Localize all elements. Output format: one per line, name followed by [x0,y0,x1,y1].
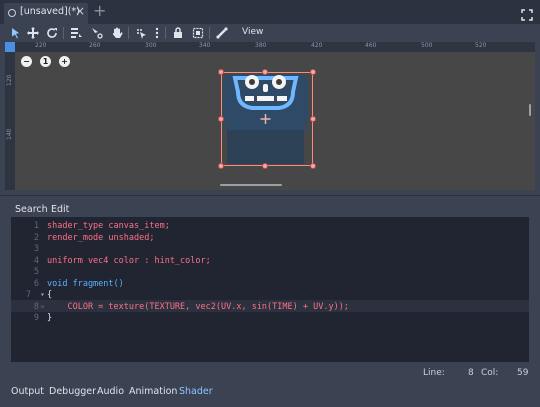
zoom-reset-button[interactable]: 1 [40,56,51,67]
tab-output[interactable]: Output [11,386,44,397]
tab-shader[interactable]: Shader [179,386,213,397]
panel-divider[interactable] [0,195,540,200]
view-menu[interactable]: View [242,27,263,37]
line-number: 1 [33,221,39,231]
ruler-top: 220 260 300 340 380 420 460 500 520 [5,42,535,52]
code-line[interactable]: { [47,290,52,300]
resize-handle[interactable] [310,163,316,169]
ruler-label: 500 [421,42,433,49]
ruler-label: 220 [35,42,47,49]
ruler-label: 340 [199,42,211,49]
resize-handle[interactable] [262,69,268,75]
vertical-scrollbar[interactable] [529,104,531,116]
code-line[interactable]: shader_type canvas_item; [47,221,170,231]
zoom-in-button[interactable]: + [59,56,70,67]
group-icon[interactable] [191,26,205,40]
line-number: 5 [33,267,39,277]
line-number: 7 [25,290,31,300]
pivot-icon[interactable] [90,26,104,40]
snap-icon[interactable] [134,26,148,40]
ruler-label: 260 [89,42,101,49]
horizontal-scrollbar[interactable] [220,184,282,186]
line-number: 9 [33,313,39,323]
fold-arrow-icon[interactable]: ▾ [40,290,45,299]
fullscreen-icon[interactable] [521,6,533,21]
tab-debugger[interactable]: Debugger [49,386,96,397]
tab-audio[interactable]: Audio [97,386,124,397]
ruler-label: 520 [475,42,487,49]
edit-menu[interactable]: Edit [51,204,69,215]
code-line[interactable]: uniform vec4 color : hint_color; [47,256,211,266]
more-icon[interactable] [150,26,164,40]
indent-marker-icon: » [40,302,45,311]
col-value: 59 [517,368,529,378]
search-menu[interactable]: Search [15,204,48,215]
code-editor[interactable]: 1 2 3 4 5 6 7 ▾ 8 » 9 shader_type canvas… [11,217,529,362]
col-label: Col: [481,368,499,378]
resize-handle[interactable] [310,116,316,122]
code-line[interactable]: void fragment() [47,279,124,289]
ruler-corner [5,42,15,52]
pan-icon[interactable] [110,26,124,40]
ruler-label: 380 [255,42,267,49]
move-icon[interactable] [26,26,40,40]
scene-tab-label: [unsaved](*) [20,6,80,17]
lock-icon[interactable] [171,26,185,40]
code-line[interactable]: render_mode unshaded; [47,233,154,243]
resize-handle[interactable] [262,163,268,169]
line-value: 8 [468,368,474,378]
line-number: 6 [33,279,39,289]
tab-animation[interactable]: Animation [129,386,177,397]
line-label: Line: [423,368,445,378]
toolbar-separator [63,27,64,39]
zoom-out-button[interactable]: − [21,56,32,67]
toolbar-separator [128,27,129,39]
scene-tab[interactable]: [unsaved](*) × [4,3,88,24]
ruler-label: 120 [6,74,13,86]
ruler-label: 140 [6,128,13,140]
resize-handle[interactable] [310,69,316,75]
code-line[interactable]: COLOR = texture(TEXTURE, vec2(UV.x, sin(… [47,302,348,312]
line-number: 4 [33,256,39,266]
scene-node-icon [8,9,16,17]
selection-rect [221,72,313,166]
select-icon[interactable] [9,26,23,40]
ruler-label: 460 [365,42,377,49]
tab-close-icon[interactable]: × [75,4,85,18]
resize-handle[interactable] [218,116,224,122]
rotate-icon[interactable] [45,26,59,40]
line-number: 2 [33,233,39,243]
add-tab-icon[interactable]: + [93,2,106,20]
line-number: 3 [33,244,39,254]
list-icon[interactable] [69,26,83,40]
resize-handle[interactable] [218,69,224,75]
line-number: 8 [33,302,39,312]
ruler-label: 420 [311,42,323,49]
resize-handle[interactable] [218,163,224,169]
toolbar-separator [209,27,210,39]
code-line[interactable]: } [47,313,52,323]
bone-icon[interactable] [215,26,229,40]
ruler-left: 120 140 [5,42,15,190]
ruler-label: 300 [145,42,157,49]
toolbar-separator [165,27,166,39]
